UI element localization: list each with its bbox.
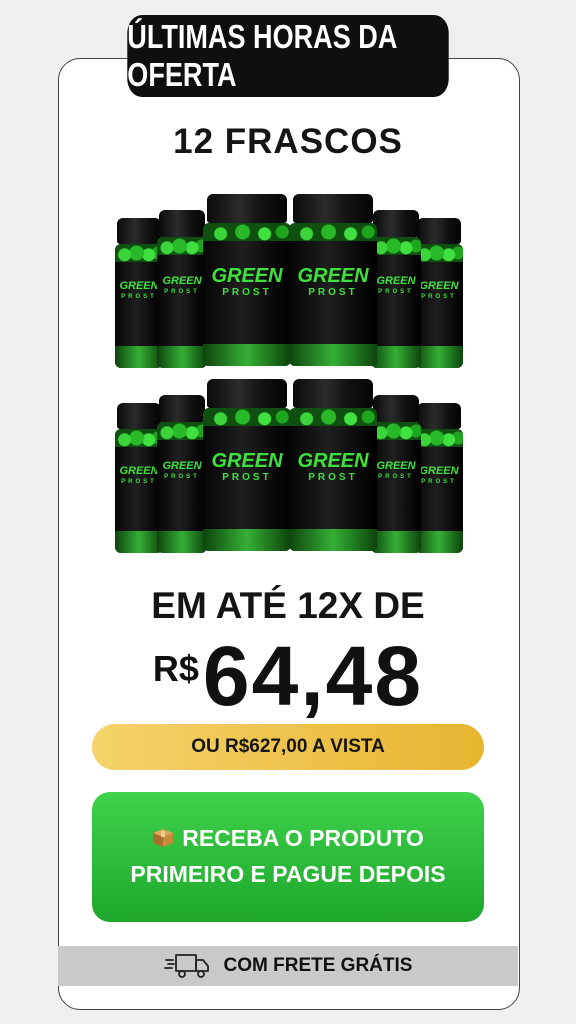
bottle-brand-sub: PROST bbox=[222, 472, 272, 483]
product-bottle: GREEN PROST bbox=[115, 218, 163, 368]
bottle-brand-sub: PROST bbox=[164, 474, 200, 480]
bottle-brand-sub: PROST bbox=[121, 479, 157, 485]
free-shipping-bar: COM FRETE GRÁTIS bbox=[58, 946, 518, 986]
currency-symbol: R$ bbox=[152, 648, 199, 689]
bottle-lid bbox=[207, 194, 287, 223]
product-image: GREEN PROST GREEN PROST GREEN PROST GREEN PROST… bbox=[115, 190, 465, 560]
urgency-banner: ÚLTIMAS HORAS DA OFERTA bbox=[127, 15, 449, 97]
package-icon bbox=[152, 823, 174, 848]
bottle-label: GREEN PROST bbox=[371, 237, 421, 368]
bottle-brand-sub: PROST bbox=[308, 287, 358, 298]
bottle-brand: GREEN bbox=[376, 275, 416, 287]
product-bottle: GREEN PROST bbox=[289, 379, 377, 551]
bottle-quantity: 12 FRASCOS bbox=[173, 122, 403, 161]
bottle-brand: GREEN bbox=[162, 460, 202, 472]
bottle-brand: GREEN bbox=[297, 450, 369, 472]
bottle-label: GREEN PROST bbox=[415, 429, 463, 553]
installment-intro: EM ATÉ 12X DE bbox=[151, 585, 425, 626]
bottle-brand: GREEN bbox=[211, 265, 283, 287]
free-shipping-text: COM FRETE GRÁTIS bbox=[223, 955, 413, 976]
bottle-brand-sub: PROST bbox=[164, 289, 200, 295]
product-bottle: GREEN PROST bbox=[157, 210, 207, 368]
bottle-lid bbox=[293, 194, 373, 223]
bottle-brand-sub: PROST bbox=[421, 479, 457, 485]
installment-price: R$64,48 bbox=[0, 628, 576, 725]
bottle-row-bottom: GREEN PROST GREEN PROST GREEN PROST GREEN PROST… bbox=[115, 375, 465, 560]
bottle-brand: GREEN bbox=[419, 280, 459, 292]
bottle-lid bbox=[373, 210, 419, 237]
bottle-lid bbox=[159, 210, 205, 237]
truck-icon bbox=[163, 954, 209, 978]
bottle-lid bbox=[117, 403, 161, 429]
product-bottle: GREEN PROST bbox=[415, 403, 463, 553]
cta-line-1-text: RECEBA O PRODUTO bbox=[182, 825, 424, 852]
bottle-label: GREEN PROST bbox=[203, 408, 291, 551]
bottle-brand-sub: PROST bbox=[308, 472, 358, 483]
buy-button[interactable]: RECEBA O PRODUTO PRIMEIRO E PAGUE DEPOIS bbox=[92, 792, 484, 922]
bottle-lid bbox=[373, 395, 419, 422]
bottle-label: GREEN PROST bbox=[203, 223, 291, 366]
product-bottle: GREEN PROST bbox=[371, 395, 421, 553]
bottle-label: GREEN PROST bbox=[115, 429, 163, 553]
bottle-lid bbox=[159, 395, 205, 422]
product-bottle: GREEN PROST bbox=[289, 194, 377, 366]
bottle-label: GREEN PROST bbox=[415, 244, 463, 368]
bottle-brand: GREEN bbox=[162, 275, 202, 287]
bottle-brand-sub: PROST bbox=[121, 294, 157, 300]
bottle-lid bbox=[117, 218, 161, 244]
bottle-lid bbox=[207, 379, 287, 408]
product-bottle: GREEN PROST bbox=[203, 379, 291, 551]
product-bottle: GREEN PROST bbox=[203, 194, 291, 366]
product-bottle: GREEN PROST bbox=[157, 395, 207, 553]
bottle-brand: GREEN bbox=[419, 465, 459, 477]
bottle-brand: GREEN bbox=[376, 460, 416, 472]
bottle-lid bbox=[417, 403, 461, 429]
bottle-label: GREEN PROST bbox=[157, 237, 207, 368]
bottle-brand-sub: PROST bbox=[222, 287, 272, 298]
bottle-brand-sub: PROST bbox=[421, 294, 457, 300]
urgency-banner-text: ÚLTIMAS HORAS DA OFERTA bbox=[127, 18, 397, 93]
product-bottle: GREEN PROST bbox=[371, 210, 421, 368]
bottle-brand-sub: PROST bbox=[378, 289, 414, 295]
bottle-lid bbox=[417, 218, 461, 244]
product-bottle: GREEN PROST bbox=[115, 403, 163, 553]
bottle-label: GREEN PROST bbox=[115, 244, 163, 368]
bottle-label: GREEN PROST bbox=[371, 422, 421, 553]
bottle-label: GREEN PROST bbox=[157, 422, 207, 553]
bottle-brand: GREEN bbox=[297, 265, 369, 287]
bottle-label: GREEN PROST bbox=[289, 408, 377, 551]
bottle-brand: GREEN bbox=[211, 450, 283, 472]
product-bottle: GREEN PROST bbox=[415, 218, 463, 368]
bottle-row-top: GREEN PROST GREEN PROST GREEN PROST GREEN PROST… bbox=[115, 190, 465, 375]
installment-amount: 64,48 bbox=[202, 629, 424, 723]
cta-line-2: PRIMEIRO E PAGUE DEPOIS bbox=[130, 861, 446, 887]
cash-price-text: OU R$627,00 A VISTA bbox=[191, 736, 385, 757]
bottle-lid bbox=[293, 379, 373, 408]
bottle-label: GREEN PROST bbox=[289, 223, 377, 366]
bottle-brand: GREEN bbox=[119, 280, 159, 292]
bottle-brand: GREEN bbox=[119, 465, 159, 477]
bottle-brand-sub: PROST bbox=[378, 474, 414, 480]
cash-price-badge: OU R$627,00 A VISTA bbox=[92, 724, 484, 770]
cta-line-1: RECEBA O PRODUTO bbox=[152, 821, 424, 857]
